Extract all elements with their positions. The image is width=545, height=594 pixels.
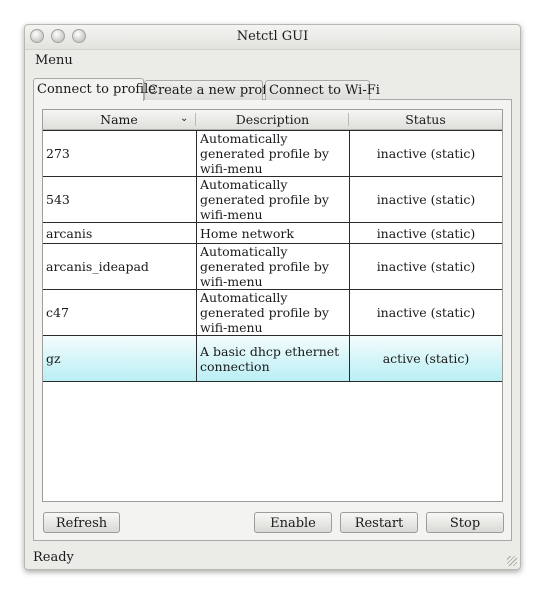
- table-row[interactable]: c47 Automatically generated profile by w…: [43, 290, 502, 336]
- cell-status: inactive (static): [349, 131, 502, 176]
- tab-create-new-profile[interactable]: Create a new profile: [144, 80, 283, 100]
- cell-status: inactive (static): [349, 177, 502, 222]
- cell-name: 543: [46, 192, 70, 207]
- profiles-table: Name ⌄ Description Status 273 Automatica…: [42, 109, 503, 502]
- table-row[interactable]: 273 Automatically generated profile by w…: [43, 130, 502, 177]
- cell-status: active (static): [349, 336, 502, 381]
- column-header-name-label: Name: [100, 112, 138, 127]
- cell-status: inactive (static): [349, 223, 502, 243]
- enable-button[interactable]: Enable: [254, 512, 332, 533]
- cell-description: Home network: [196, 223, 349, 243]
- resize-grip-icon[interactable]: [507, 556, 517, 566]
- sort-chevron-down-icon: ⌄: [180, 113, 189, 124]
- menu-bar: Menu: [35, 53, 73, 68]
- table-row-selected[interactable]: gz A basic dhcp ethernet connection acti…: [43, 336, 502, 382]
- cell-description: Automatically generated profile by wifi-…: [196, 131, 349, 176]
- cell-description: Automatically generated profile by wifi-…: [196, 244, 349, 289]
- cell-description: Automatically generated profile by wifi-…: [196, 177, 349, 222]
- cell-name: arcanis_ideapad: [46, 259, 149, 274]
- window-title: Netctl GUI: [236, 29, 309, 44]
- column-header-description[interactable]: Description: [196, 110, 349, 129]
- title-bar: Netctl GUI: [25, 25, 520, 50]
- tab-connect-to-wifi[interactable]: Connect to Wi-Fi: [265, 80, 380, 100]
- cell-name: gz: [46, 351, 61, 366]
- stop-button[interactable]: Stop: [426, 512, 504, 533]
- column-header-description-label: Description: [235, 112, 310, 127]
- cell-name: 273: [46, 146, 70, 161]
- cell-description: A basic dhcp ethernet connection: [196, 336, 349, 381]
- menu-item-menu[interactable]: Menu: [35, 53, 73, 68]
- cell-description: Automatically generated profile by wifi-…: [196, 290, 349, 335]
- table-row[interactable]: arcanis_ideapad Automatically generated …: [43, 244, 502, 290]
- cell-name: c47: [46, 305, 69, 320]
- restart-button[interactable]: Restart: [340, 512, 418, 533]
- status-bar: Ready: [33, 550, 74, 565]
- app-window: Netctl GUI Menu Connect to profile Creat…: [24, 24, 521, 570]
- cell-status: inactive (static): [349, 244, 502, 289]
- table-row[interactable]: arcanis Home network inactive (static): [43, 223, 502, 244]
- column-header-status-label: Status: [405, 112, 446, 127]
- tab-connect-to-profile[interactable]: Connect to profile: [33, 78, 156, 101]
- column-header-name[interactable]: Name: [43, 110, 195, 129]
- refresh-button[interactable]: Refresh: [43, 512, 120, 533]
- cell-status: inactive (static): [349, 290, 502, 335]
- table-header: Name ⌄ Description Status: [43, 110, 502, 130]
- column-header-status[interactable]: Status: [349, 110, 502, 129]
- cell-name: arcanis: [46, 225, 93, 241]
- table-row[interactable]: 543 Automatically generated profile by w…: [43, 177, 502, 223]
